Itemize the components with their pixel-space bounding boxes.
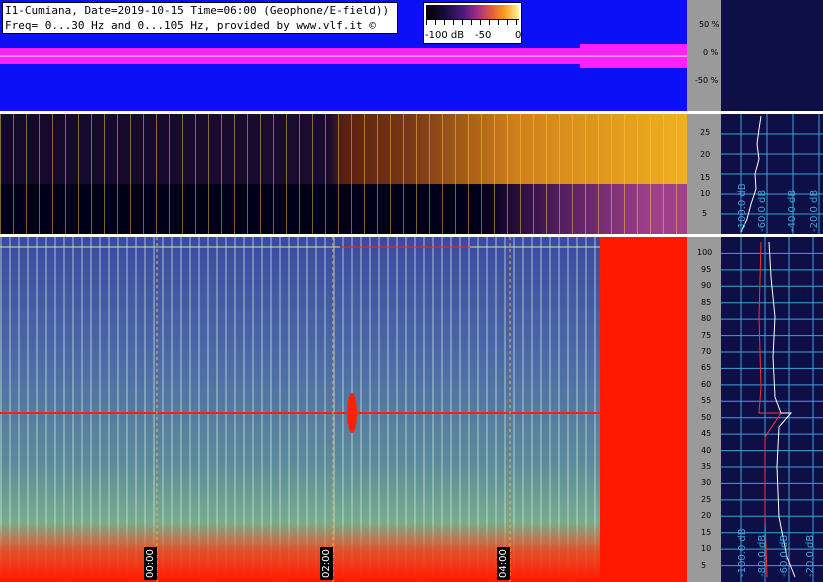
spectrum-lower-label-2: -80.0 dB: [757, 534, 768, 577]
hz30-tick-5: 5: [702, 209, 708, 218]
hz30-tick-20: 20: [700, 150, 711, 159]
time-label-0400: 04:00: [497, 547, 510, 580]
spectrogram-lower-overlay: [0, 237, 600, 582]
spectrum-upper-label-4: -20.0 dB: [809, 189, 820, 232]
hz105-tick-15: 15: [701, 527, 712, 537]
hz105-tick-80: 80: [701, 314, 712, 324]
spectrogram-lower: [0, 237, 687, 582]
amp-tick-m50: -50 %: [695, 76, 719, 85]
hz105-tick-10: 10: [701, 544, 712, 554]
hz105-tick-5: 5: [701, 560, 707, 570]
spectrum-upper-label-2: -60.0 dB: [757, 189, 768, 232]
hz30-tick-10: 10: [700, 189, 711, 198]
spectrum-lower-label-4: -20.0 dB: [805, 534, 816, 577]
hz105-tick-30: 30: [701, 478, 712, 488]
hz30-tick-15: 15: [700, 173, 711, 182]
hz105-tick-95: 95: [701, 264, 712, 274]
spectrum-lower-hlines: [721, 252, 823, 567]
hz105-tick-75: 75: [701, 330, 712, 340]
time-label-0000: 00:00: [144, 547, 157, 580]
amp-tick-50: 50 %: [699, 20, 720, 29]
hz105-tick-70: 70: [701, 347, 712, 356]
spectrum-upper-label-3: -40.0 dB: [787, 189, 798, 232]
hz105-tick-60: 60: [701, 379, 712, 389]
hz105-tick-55: 55: [701, 396, 712, 406]
hz105-tick-20: 20: [701, 511, 712, 521]
hz30-tick-25: 25: [700, 128, 711, 137]
spectrogram-upper-axis: 25 20 15 10 5: [687, 114, 721, 234]
amplitude-axis: 50 % 0 % -50 %: [687, 0, 721, 111]
header-line-1: I1-Cumiana, Date=2019-10-15 Time=06:00 (…: [5, 4, 390, 17]
spectrum-side-upper: -100.0 dB -60.0 dB -40.0 dB -20.0 dB: [721, 114, 823, 234]
spectrum-upper-label-1: -100.0 dB: [737, 183, 748, 232]
amp-tick-0: 0 %: [703, 48, 719, 57]
spectrum-lower-label-1: -100.0 dB: [737, 528, 748, 577]
color-scale-bar: [426, 5, 519, 19]
color-scale-label-min: -100 dB: [425, 30, 465, 41]
hz105-tick-50: 50: [701, 412, 712, 422]
hz105-tick-85: 85: [701, 297, 712, 307]
color-scale-legend: -100 dB -50 0: [423, 2, 522, 44]
hz105-tick-40: 40: [701, 445, 712, 455]
hz105-tick-90: 90: [701, 281, 712, 291]
color-scale-ticks: [426, 19, 519, 25]
hz105-tick-25: 25: [701, 494, 712, 504]
color-scale-label-mid: -50: [475, 30, 492, 41]
hz105-tick-45: 45: [701, 429, 712, 439]
spectrogram-upper: [0, 114, 687, 234]
spectrum-side-lower: -100.0 dB -80.0 dB -60.0 dB -20.0 dB: [721, 237, 823, 582]
spectrum-lower-label-3: -60.0 dB: [779, 534, 790, 577]
hz105-tick-100: 100: [697, 248, 713, 258]
hz105-tick-65: 65: [701, 363, 712, 373]
header-box: I1-Cumiana, Date=2019-10-15 Time=06:00 (…: [2, 2, 398, 34]
spectrogram-upper-streaks: [0, 114, 687, 234]
hz105-tick-35: 35: [701, 462, 712, 471]
header-line-2: Freq= 0...30 Hz and 0...105 Hz, provided…: [5, 19, 376, 32]
amplitude-side-panel: [721, 0, 823, 111]
time-label-0200: 02:00: [320, 547, 333, 580]
spectrogram-lower-axis: 100 95 90 85 80 75 70 65 60 55 50 45 40 35 30 25 20 15 10 5: [687, 237, 721, 582]
color-scale-label-max: 0: [515, 30, 522, 41]
